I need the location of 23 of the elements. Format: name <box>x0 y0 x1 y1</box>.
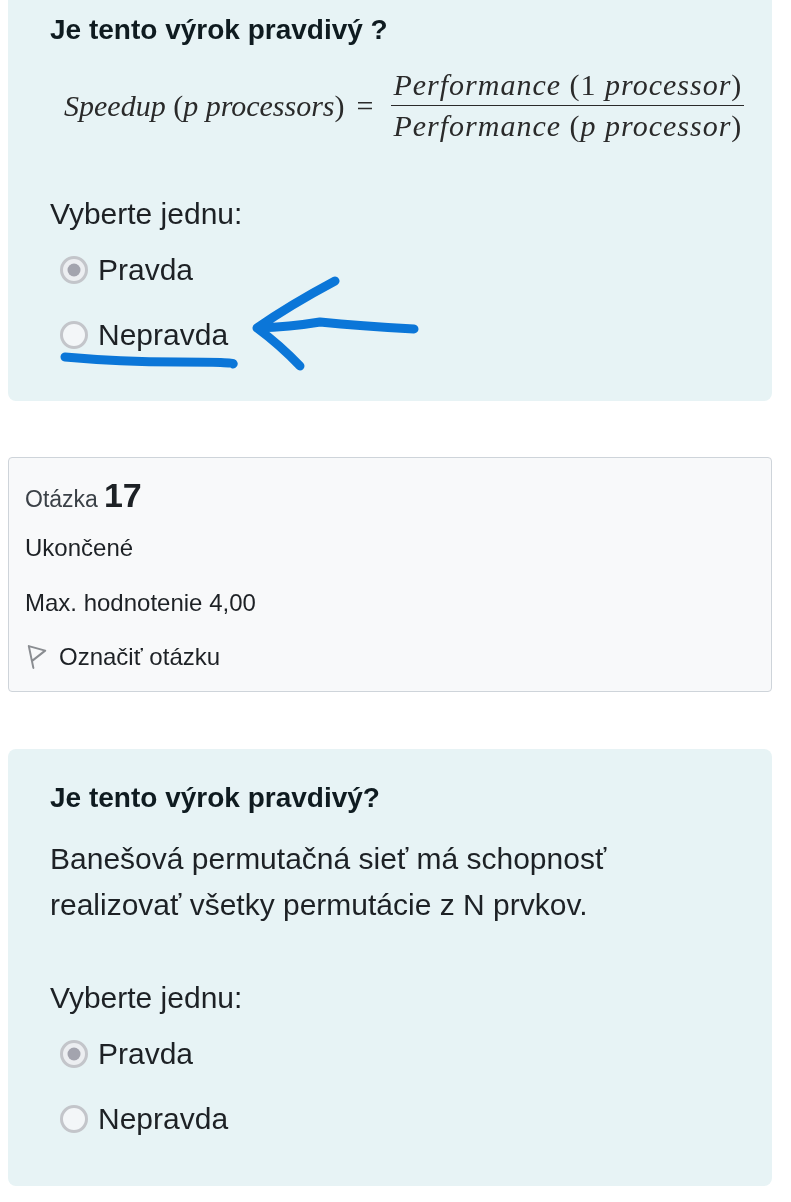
radio-button[interactable] <box>60 256 88 284</box>
option-label: Pravda <box>98 252 194 288</box>
equals-sign: = <box>356 87 374 124</box>
option-label: Nepravda <box>98 317 229 353</box>
flag-question-link[interactable]: Označiť otázku <box>25 641 221 673</box>
question-status: Ukončené <box>25 533 134 563</box>
question-title: Je tento výrok pravdivý ? <box>50 13 388 47</box>
question-title: Je tento výrok pravdivý? <box>50 781 380 815</box>
option-label: Pravda <box>98 1036 194 1072</box>
prompt-label: Vyberte jednu: <box>50 980 243 1016</box>
formula-lhs: Speedup (p processors) <box>64 87 345 124</box>
prompt-label: Vyberte jednu: <box>50 196 243 232</box>
max-grade: Max. hodnotenie 4,00 <box>25 588 256 618</box>
option-label: Nepravda <box>98 1101 229 1137</box>
flag-icon <box>27 645 47 669</box>
radio-button[interactable] <box>60 1105 88 1133</box>
question-label: Otázka <box>25 486 98 513</box>
fraction-numerator: Performance (1 processor) <box>391 67 745 106</box>
radio-button[interactable] <box>60 1040 88 1068</box>
fraction-denominator: Performance (p processor) <box>392 108 744 144</box>
question-text: Banešová permutačná sieť má schopnosť realizovať všetky permutácie z N prvkov. <box>50 841 608 923</box>
question-number: 17 <box>103 476 142 515</box>
radio-button[interactable] <box>60 321 88 349</box>
